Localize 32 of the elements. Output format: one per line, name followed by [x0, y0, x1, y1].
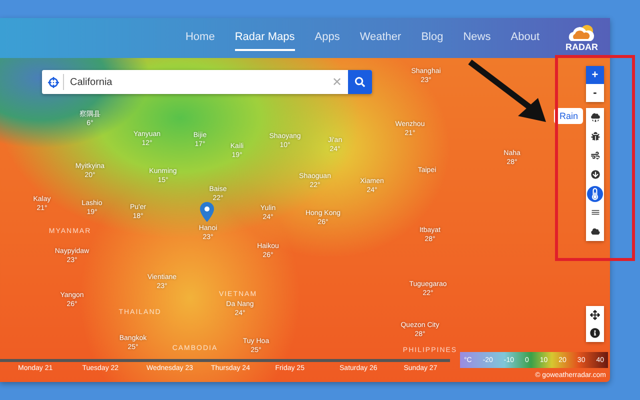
- rain-icon: [590, 113, 600, 122]
- cloud-icon: [590, 227, 600, 236]
- pressure-layer-button[interactable]: [586, 165, 604, 184]
- fog-icon: [590, 208, 600, 217]
- search-icon: [355, 77, 365, 87]
- move-icon: [590, 310, 600, 320]
- locate-icon[interactable]: [48, 76, 59, 88]
- move-button[interactable]: [586, 306, 604, 324]
- nav-link[interactable]: About: [510, 25, 540, 51]
- info-button[interactable]: [586, 324, 604, 342]
- zoom-in-button[interactable]: +: [586, 66, 604, 84]
- nav-link[interactable]: Apps: [314, 25, 340, 51]
- search-button[interactable]: [348, 70, 372, 94]
- cloud-layer-button[interactable]: [586, 222, 604, 241]
- clear-button[interactable]: ✕: [326, 75, 348, 89]
- temperature-layer-button[interactable]: [586, 184, 604, 203]
- nav-link[interactable]: Blog: [421, 25, 444, 51]
- info-icon: [590, 328, 600, 338]
- zoom-out-button[interactable]: -: [586, 84, 604, 102]
- logo-text: RADAR: [566, 42, 598, 52]
- temperature-icon: [587, 186, 603, 202]
- pressure-icon: [590, 170, 600, 179]
- map-pin-icon: [200, 202, 214, 222]
- nav-link[interactable]: News: [463, 25, 491, 51]
- nav-link[interactable]: Home: [185, 25, 215, 51]
- wind-icon: [590, 151, 600, 160]
- search-bar[interactable]: California ✕: [42, 70, 372, 94]
- rain-layer-button[interactable]: [586, 108, 604, 127]
- cloud-sun-logo-icon: [566, 24, 597, 42]
- nav-link[interactable]: Radar Maps: [234, 25, 295, 51]
- fog-layer-button[interactable]: [586, 203, 604, 222]
- nav-link[interactable]: Weather: [360, 25, 402, 51]
